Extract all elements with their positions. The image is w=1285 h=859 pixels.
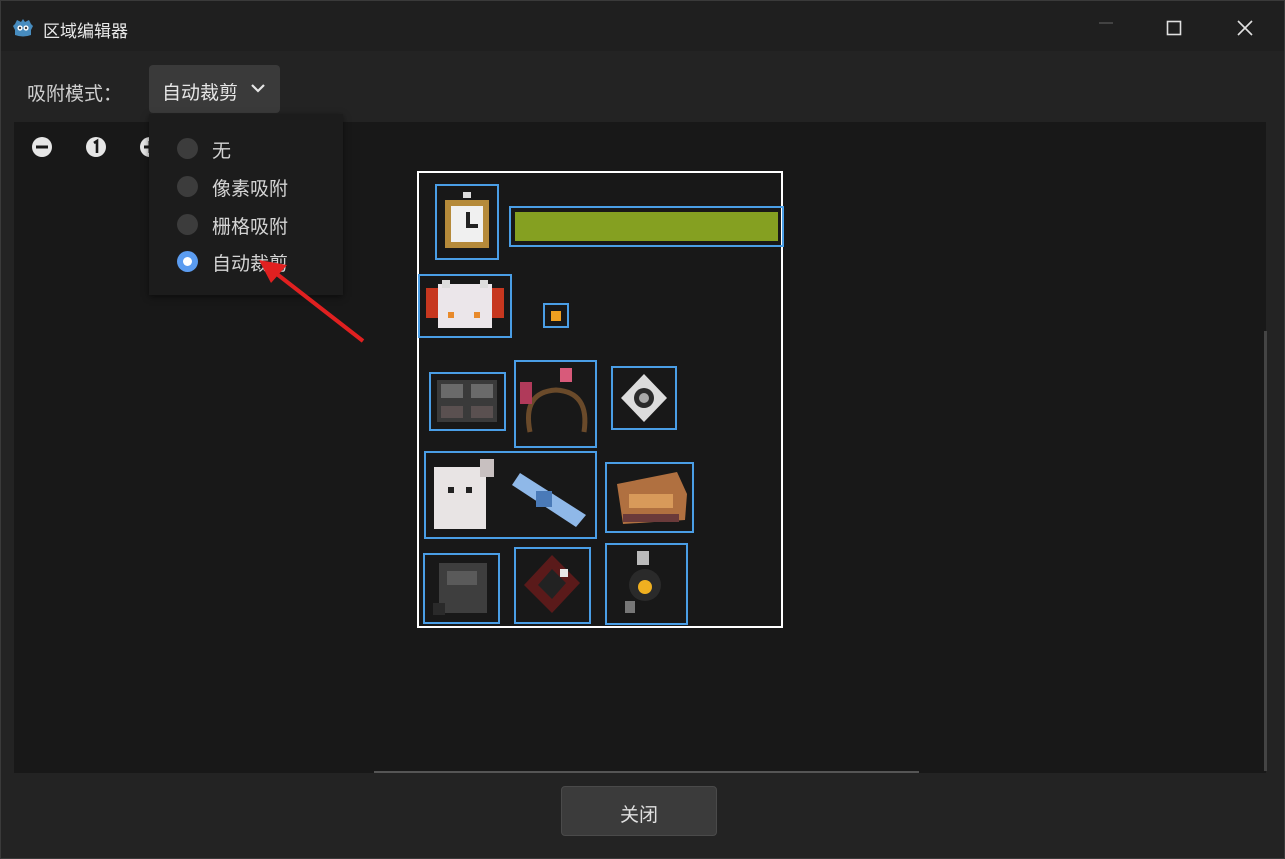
annotation-arrow-icon xyxy=(259,260,365,343)
region-headband[interactable] xyxy=(514,360,597,448)
dark-blob-sprite xyxy=(433,563,487,615)
zoom-reset-icon[interactable] xyxy=(85,136,107,158)
maximize-button[interactable] xyxy=(1151,11,1197,45)
region-bread[interactable] xyxy=(605,462,694,533)
maximize-icon xyxy=(1166,20,1182,36)
window-title: 区域编辑器 xyxy=(43,22,128,42)
region-dark-blob[interactable] xyxy=(423,553,500,624)
region-editor-window: 区域编辑器 吸附模式： 自动裁剪 无 像素吸附 栅格吸附 自动裁剪 关闭 xyxy=(0,0,1285,859)
snap-option-grid[interactable]: 栅格吸附 xyxy=(177,209,337,239)
radio-unchecked-icon xyxy=(177,214,198,235)
headband-sprite xyxy=(520,368,588,433)
minimize-button[interactable] xyxy=(1083,11,1129,45)
snap-option-label: 无 xyxy=(212,140,232,162)
bread-sprite xyxy=(617,472,687,524)
book-sprite xyxy=(524,555,580,613)
rabbit-candy-sprite xyxy=(434,459,586,529)
region-rabbit-and-candy[interactable] xyxy=(424,451,597,539)
snap-mode-dropdown[interactable]: 自动裁剪 xyxy=(149,65,280,113)
horizontal-scrollbar[interactable] xyxy=(374,771,919,773)
crosshair-sprite xyxy=(621,374,667,422)
close-button-label: 关闭 xyxy=(619,804,658,826)
vertical-scrollbar[interactable] xyxy=(1264,331,1267,771)
clock-sprite xyxy=(445,192,489,248)
godot-icon xyxy=(13,19,33,37)
lantern-sprite xyxy=(625,551,661,613)
region-clock[interactable] xyxy=(435,184,499,260)
title-bar[interactable]: 区域编辑器 xyxy=(1,1,1284,51)
region-armor[interactable] xyxy=(429,372,506,431)
character-head-sprite xyxy=(426,280,504,328)
texture-atlas[interactable] xyxy=(417,171,784,628)
radio-unchecked-icon xyxy=(177,176,198,197)
close-button[interactable]: 关闭 xyxy=(561,786,717,836)
close-icon xyxy=(1237,20,1253,36)
minimize-icon xyxy=(1099,22,1113,24)
orange-square-sprite xyxy=(551,311,561,321)
region-bar[interactable] xyxy=(509,206,784,247)
radio-checked-icon xyxy=(177,251,198,272)
snap-option-none[interactable]: 无 xyxy=(177,133,337,163)
region-small-square[interactable] xyxy=(543,303,569,328)
snap-mode-label: 吸附模式： xyxy=(27,83,123,105)
zoom-out-icon[interactable] xyxy=(31,136,53,158)
region-crosshair[interactable] xyxy=(611,366,677,430)
snap-option-pixel[interactable]: 像素吸附 xyxy=(177,171,337,201)
chevron-down-icon xyxy=(251,84,265,93)
region-book[interactable] xyxy=(514,547,591,624)
snap-option-label: 像素吸附 xyxy=(212,178,289,200)
snap-mode-value: 自动裁剪 xyxy=(162,82,239,104)
region-lantern[interactable] xyxy=(605,543,688,625)
radio-unchecked-icon xyxy=(177,138,198,159)
green-bar-sprite xyxy=(515,212,778,241)
region-character-head[interactable] xyxy=(418,274,512,338)
close-window-button[interactable] xyxy=(1222,11,1268,45)
armor-sprite xyxy=(437,380,497,422)
snap-option-label: 栅格吸附 xyxy=(212,216,289,238)
